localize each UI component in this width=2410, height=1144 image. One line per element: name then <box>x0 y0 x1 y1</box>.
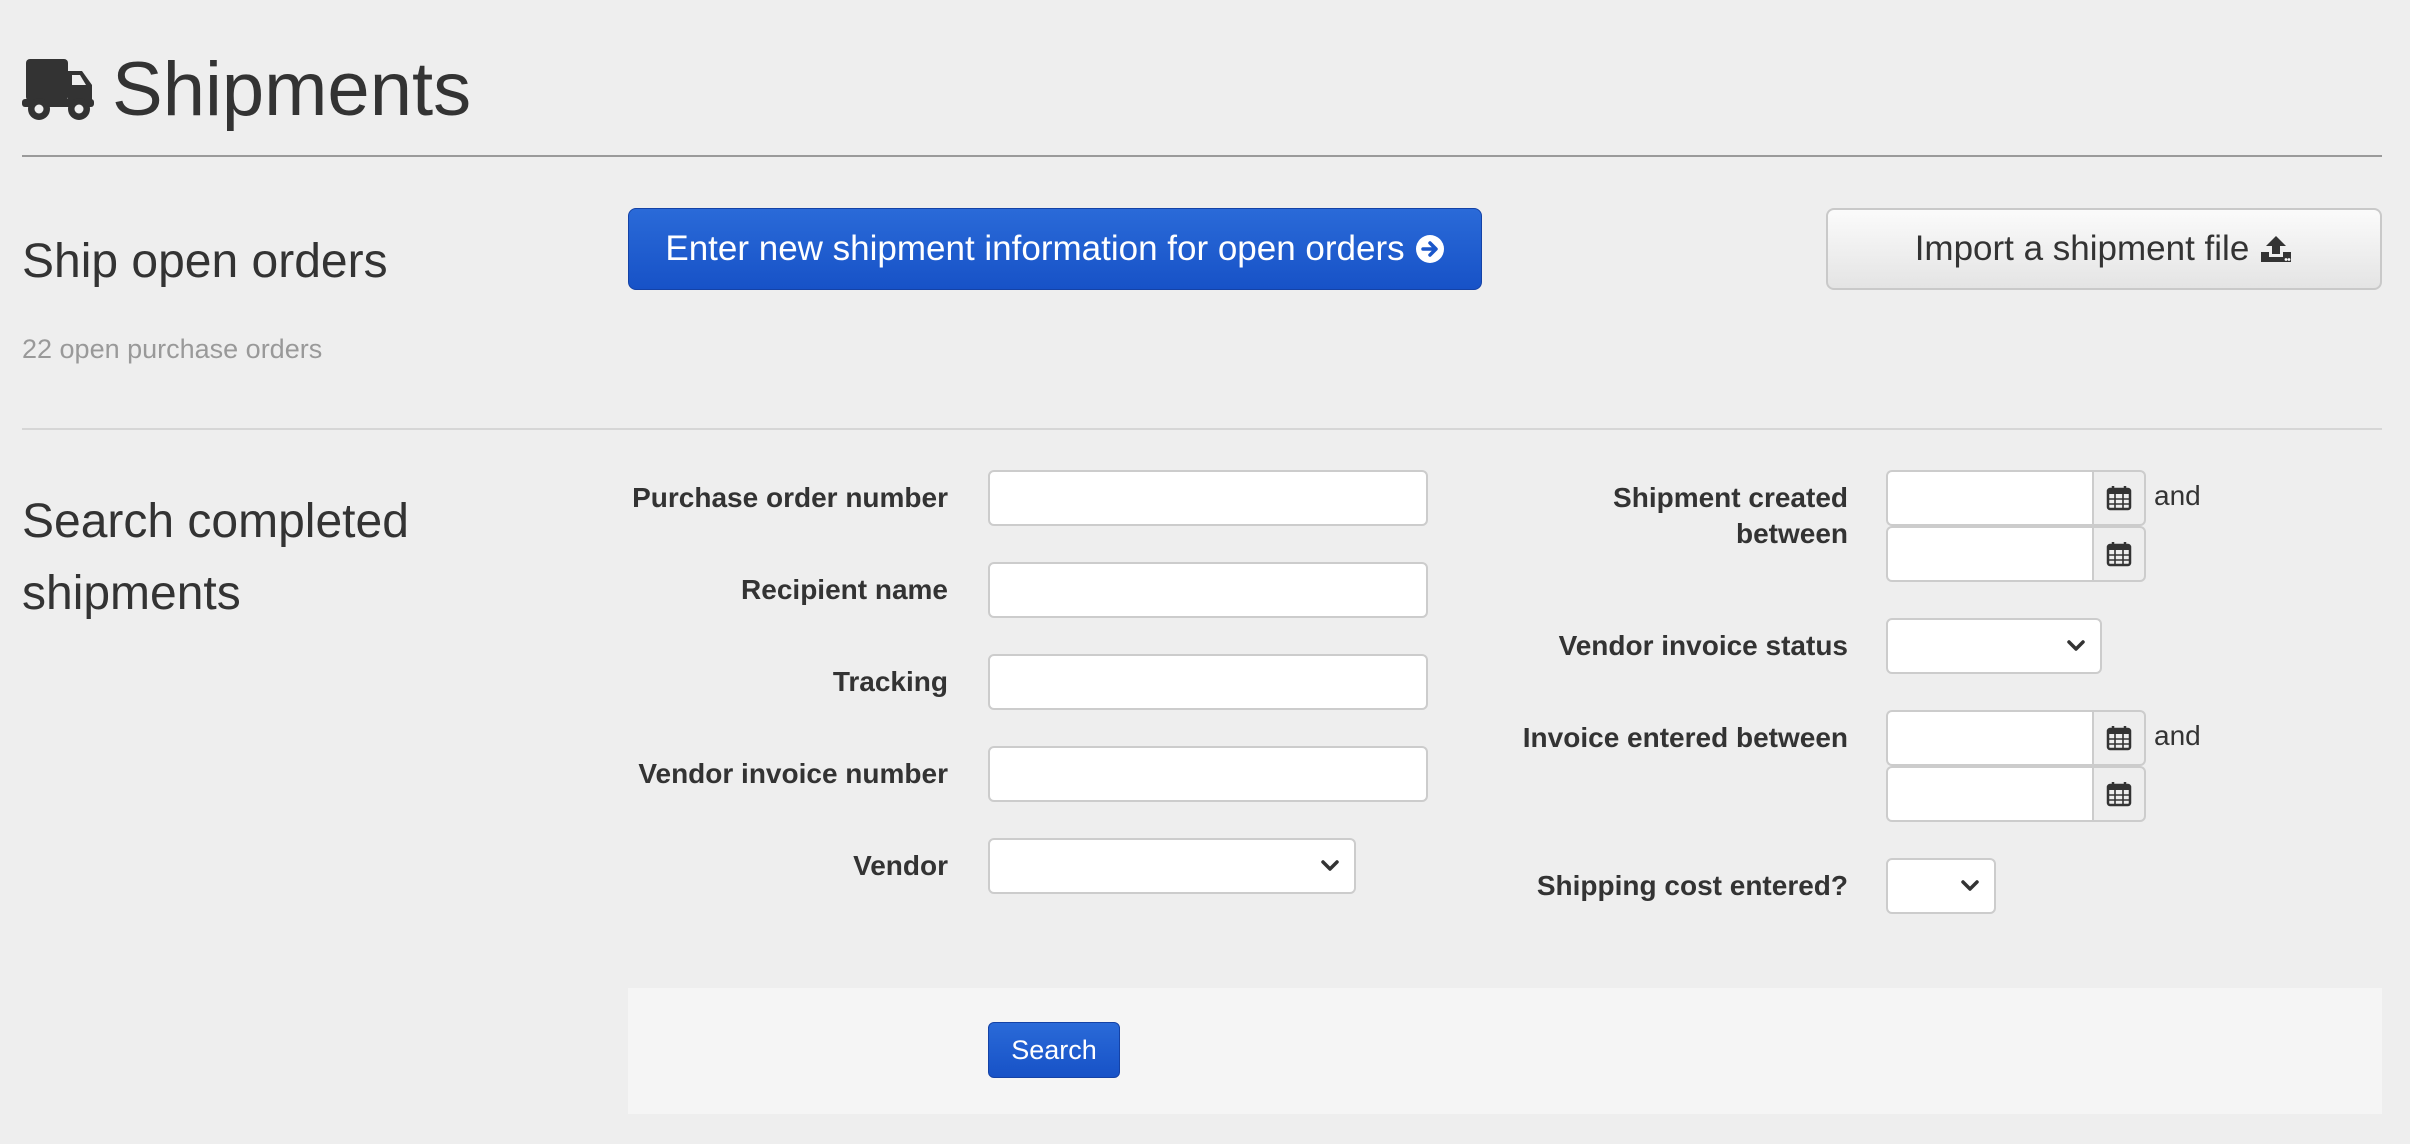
vendor-label: Vendor <box>628 848 948 884</box>
shipment-created-label-line2: between <box>1430 516 1848 552</box>
vendor-invoice-status-label: Vendor invoice status <box>1430 628 1848 664</box>
import-shipment-button-label: Import a shipment file <box>1915 229 2250 269</box>
upload-icon <box>2259 234 2293 264</box>
and-text: and <box>2154 480 2201 512</box>
chevron-down-icon <box>2066 639 2086 653</box>
calendar-icon[interactable] <box>2092 470 2146 526</box>
vendor-invoice-status-select[interactable] <box>1886 618 2102 674</box>
tracking-label: Tracking <box>628 664 948 700</box>
vendor-invoice-number-input[interactable] <box>988 746 1428 802</box>
header-divider <box>22 155 2382 157</box>
enter-shipment-button-label: Enter new shipment information for open … <box>665 229 1404 269</box>
invoice-from-date <box>1886 710 2146 766</box>
shipment-created-label: Shipment created between <box>1430 480 1848 552</box>
page-header: Shipments <box>22 40 471 140</box>
tracking-input[interactable] <box>988 654 1428 710</box>
shipping-cost-entered-label: Shipping cost entered? <box>1430 868 1848 904</box>
and-text: and <box>2154 720 2201 752</box>
vendor-invoice-number-label: Vendor invoice number <box>628 756 948 792</box>
arrow-circle-right-icon <box>1415 234 1445 264</box>
search-heading-line1: Search completed <box>22 486 409 558</box>
calendar-icon[interactable] <box>2092 766 2146 822</box>
open-orders-count: 22 open purchase orders <box>22 334 322 365</box>
search-completed-heading: Search completed shipments <box>22 486 409 630</box>
invoice-entered-label: Invoice entered between <box>1430 720 1848 756</box>
vendor-select[interactable] <box>988 838 1356 894</box>
po-number-input[interactable] <box>988 470 1428 526</box>
chevron-down-icon <box>1960 879 1980 893</box>
shipping-cost-entered-select[interactable] <box>1886 858 1996 914</box>
calendar-icon[interactable] <box>2092 710 2146 766</box>
created-from-date-input[interactable] <box>1886 470 2092 526</box>
page-title: Shipments <box>112 52 471 128</box>
calendar-icon[interactable] <box>2092 526 2146 582</box>
ship-open-orders-heading: Ship open orders <box>22 226 388 298</box>
section-divider <box>22 428 2382 430</box>
invoice-to-date-input[interactable] <box>1886 766 2092 822</box>
search-heading-line2: shipments <box>22 558 409 630</box>
shipment-created-label-line1: Shipment created <box>1430 480 1848 516</box>
chevron-down-icon <box>1320 859 1340 873</box>
search-button[interactable]: Search <box>988 1022 1120 1078</box>
truck-icon <box>22 59 94 121</box>
invoice-from-date-input[interactable] <box>1886 710 2092 766</box>
created-to-date <box>1886 526 2146 582</box>
created-to-date-input[interactable] <box>1886 526 2092 582</box>
created-from-date <box>1886 470 2146 526</box>
enter-shipment-button[interactable]: Enter new shipment information for open … <box>628 208 1482 290</box>
form-actions <box>628 988 2382 1114</box>
po-number-label: Purchase order number <box>628 480 948 516</box>
import-shipment-file-button[interactable]: Import a shipment file <box>1826 208 2382 290</box>
invoice-to-date <box>1886 766 2146 822</box>
recipient-name-label: Recipient name <box>628 572 948 608</box>
recipient-name-input[interactable] <box>988 562 1428 618</box>
